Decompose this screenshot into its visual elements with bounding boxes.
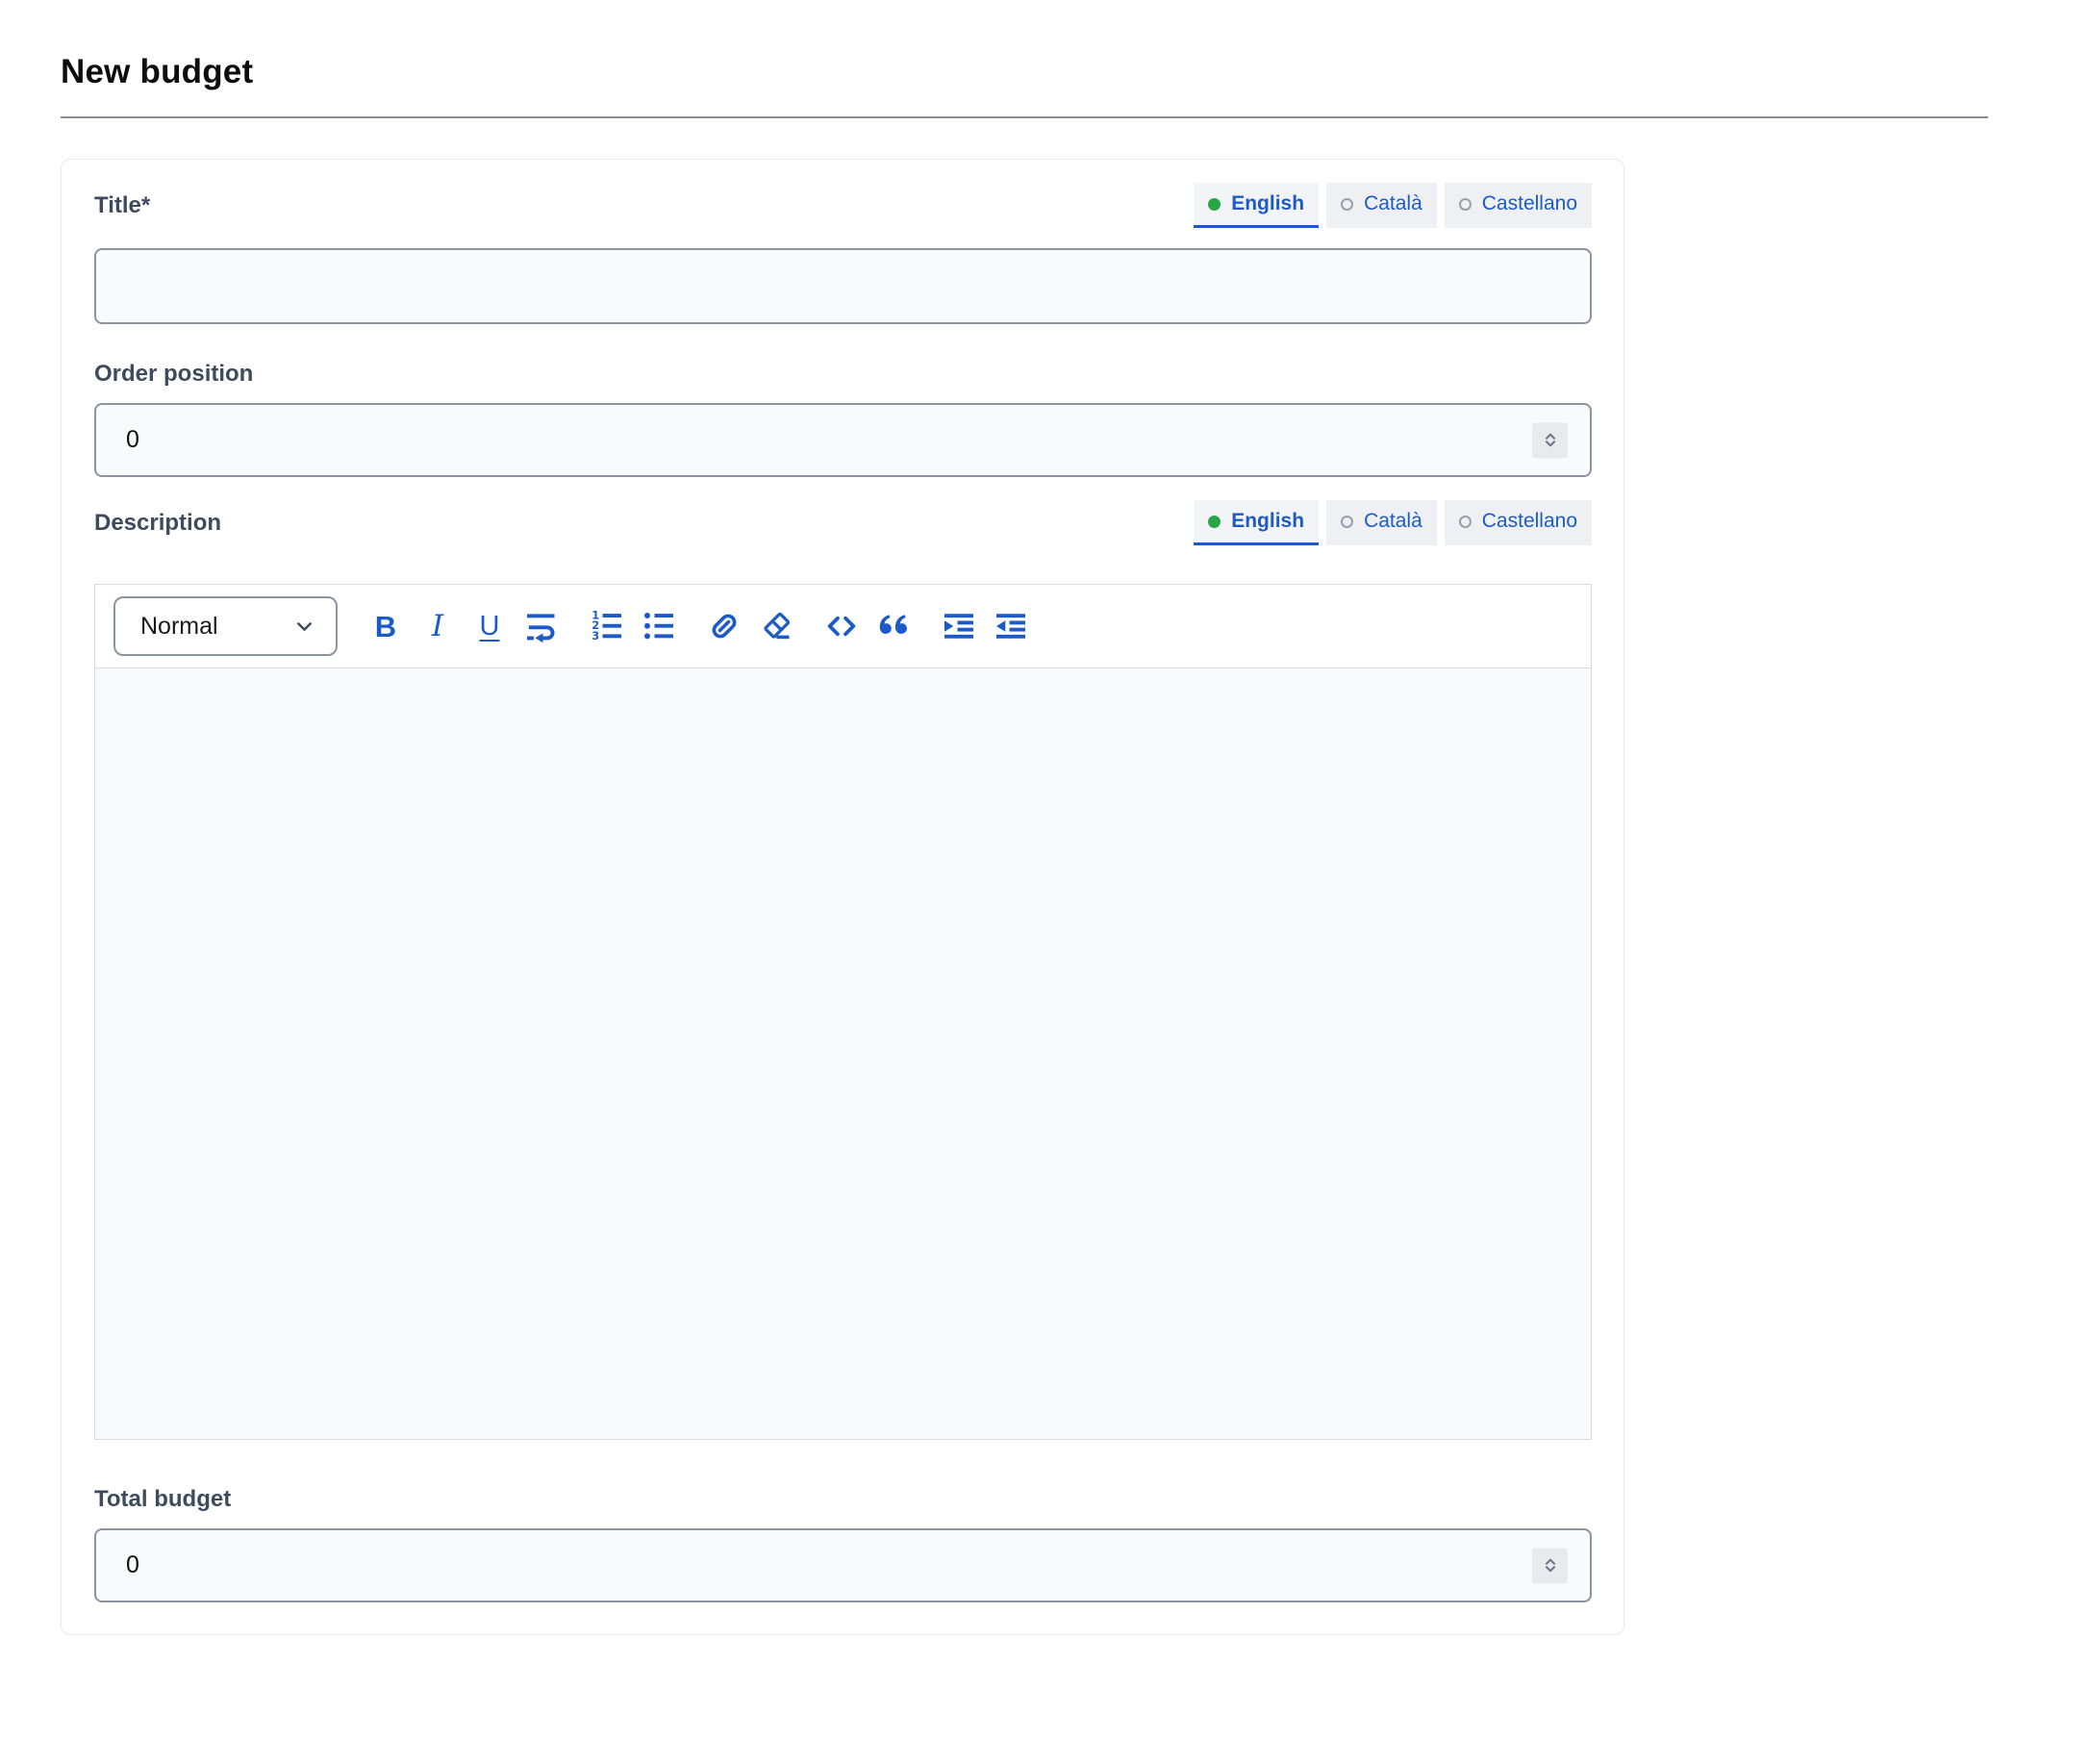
description-tab-castellano[interactable]: Castellano [1445, 500, 1592, 545]
total-budget-stepper[interactable] [1532, 1548, 1568, 1583]
underline-icon: U [480, 613, 500, 641]
eraser-icon [759, 609, 793, 643]
toolbar-text-style-group: B I U [366, 603, 561, 649]
title-label: Title* [94, 192, 150, 219]
total-budget-field [94, 1528, 1592, 1602]
description-tab-catala[interactable]: Català [1326, 500, 1437, 545]
line-break-icon [524, 609, 559, 643]
bullet-list-button[interactable] [640, 603, 678, 649]
description-label: Description [94, 510, 221, 537]
description-field-header: Description English Català Castellano [94, 500, 1592, 545]
selected-language-dot-icon [1208, 516, 1221, 528]
ordered-list-button[interactable]: 1 2 3 [588, 603, 626, 649]
title-tab-english[interactable]: English [1194, 183, 1319, 228]
title-language-tabs: English Català Castellano [1194, 183, 1592, 228]
underline-button[interactable]: U [470, 603, 509, 649]
description-editor-body[interactable] [94, 668, 1592, 1440]
quote-icon [875, 608, 912, 644]
format-select[interactable]: Normal [113, 596, 338, 656]
toolbar-block-group [822, 603, 913, 649]
page: New budget Title* English Català Castell… [0, 0, 2089, 1635]
line-break-button[interactable] [522, 603, 561, 649]
unselected-language-dot-icon [1341, 516, 1353, 528]
toolbar-indent-group [940, 603, 1030, 649]
page-title: New budget [61, 53, 1988, 91]
unselected-language-dot-icon [1459, 198, 1472, 211]
total-budget-input[interactable] [94, 1528, 1592, 1602]
selected-language-dot-icon [1208, 198, 1221, 211]
description-tab-english-label: English [1231, 510, 1304, 533]
indent-button[interactable] [940, 603, 978, 649]
svg-text:3: 3 [591, 629, 599, 643]
ordered-list-icon: 1 2 3 [590, 609, 624, 643]
link-icon [707, 609, 742, 643]
unselected-language-dot-icon [1459, 516, 1472, 528]
format-select-value: Normal [140, 613, 218, 641]
heading-divider [61, 116, 1988, 118]
bold-icon: B [375, 612, 396, 642]
unselected-language-dot-icon [1341, 198, 1353, 211]
link-button[interactable] [705, 603, 743, 649]
indent-decrease-icon [994, 609, 1028, 643]
indent-increase-icon [942, 609, 976, 643]
total-budget-label: Total budget [94, 1486, 1592, 1513]
order-position-label: Order position [94, 361, 1592, 388]
toolbar-list-group: 1 2 3 [588, 603, 678, 649]
stepper-up-down-icon [1539, 429, 1562, 452]
description-language-tabs: English Català Castellano [1194, 500, 1592, 545]
outdent-button[interactable] [992, 603, 1030, 649]
bold-button[interactable]: B [366, 603, 405, 649]
description-tab-castellano-label: Castellano [1482, 510, 1577, 533]
title-tab-catala[interactable]: Català [1326, 183, 1437, 228]
toolbar-link-group [705, 603, 795, 649]
title-tab-castellano-label: Castellano [1482, 192, 1577, 215]
title-tab-english-label: English [1231, 192, 1304, 215]
order-position-stepper[interactable] [1532, 422, 1568, 458]
new-budget-form-card: Title* English Català Castellano Order p… [61, 159, 1624, 1635]
bullet-list-icon [642, 609, 676, 643]
title-tab-catala-label: Català [1364, 192, 1422, 215]
title-input[interactable] [94, 248, 1592, 324]
description-tab-english[interactable]: English [1194, 500, 1319, 545]
title-tab-castellano[interactable]: Castellano [1445, 183, 1592, 228]
italic-button[interactable]: I [418, 603, 457, 649]
title-field-header: Title* English Català Castellano [94, 183, 1592, 228]
editor-toolbar: Normal B I U [94, 584, 1592, 668]
blockquote-button[interactable] [874, 603, 913, 649]
code-icon [824, 609, 859, 643]
order-position-field [94, 403, 1592, 477]
italic-icon: I [432, 612, 443, 642]
clear-formatting-button[interactable] [757, 603, 795, 649]
code-block-button[interactable] [822, 603, 861, 649]
chevron-down-icon [291, 614, 317, 640]
description-tab-catala-label: Català [1364, 510, 1422, 533]
description-rich-text-editor: Normal B I U [94, 584, 1592, 1440]
stepper-up-down-icon [1539, 1554, 1562, 1577]
order-position-input[interactable] [94, 403, 1592, 477]
